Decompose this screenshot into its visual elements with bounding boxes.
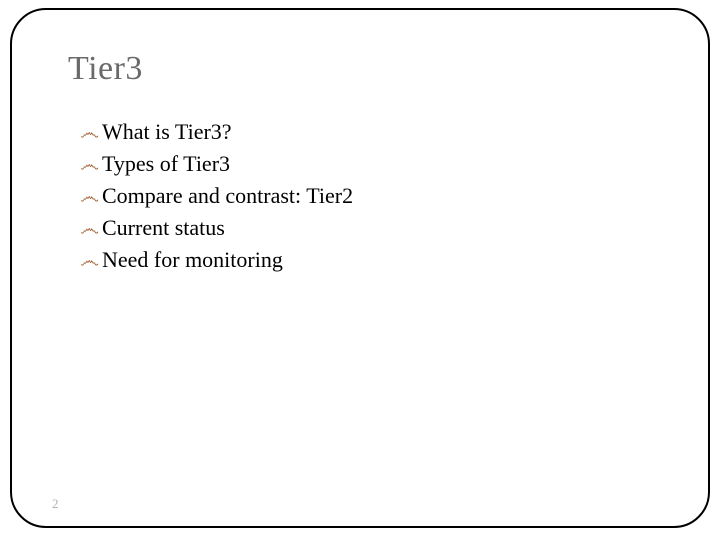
bullet-text: Compare and contrast: Tier2 (102, 180, 353, 212)
list-item: ෴ What is Tier3? (80, 116, 652, 148)
slide-title: Tier3 (68, 50, 652, 88)
list-item: ෴ Current status (80, 212, 652, 244)
bullet-list: ෴ What is Tier3? ෴ Types of Tier3 ෴ Comp… (80, 116, 652, 276)
list-item: ෴ Types of Tier3 (80, 148, 652, 180)
bullet-icon: ෴ (80, 215, 100, 244)
list-item: ෴ Need for monitoring (80, 244, 652, 276)
bullet-icon: ෴ (80, 247, 100, 276)
bullet-text: Types of Tier3 (102, 148, 230, 180)
bullet-icon: ෴ (80, 119, 100, 148)
page-number: 2 (52, 496, 59, 512)
list-item: ෴ Compare and contrast: Tier2 (80, 180, 652, 212)
bullet-text: Need for monitoring (102, 244, 283, 276)
bullet-text: What is Tier3? (102, 116, 232, 148)
bullet-icon: ෴ (80, 183, 100, 212)
bullet-icon: ෴ (80, 151, 100, 180)
slide-frame: Tier3 ෴ What is Tier3? ෴ Types of Tier3 … (10, 8, 710, 528)
bullet-text: Current status (102, 212, 225, 244)
